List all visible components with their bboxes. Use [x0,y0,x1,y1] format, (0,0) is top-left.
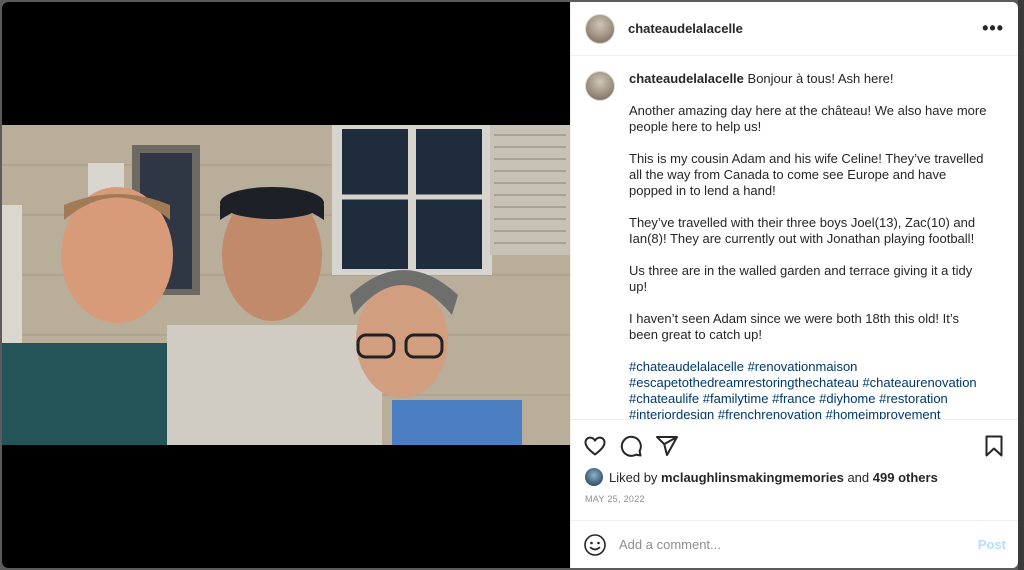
action-bar [571,419,1018,471]
caption-paragraph: Another amazing day here at the château!… [629,103,987,134]
photo-illustration [2,125,570,445]
hashtag-link[interactable]: #restoration [879,391,948,406]
hashtag-link[interactable]: #chateaudelalacelle [629,359,744,374]
comment-bar: Post [571,520,1018,568]
heart-icon[interactable] [583,434,607,458]
post-header: chateaudelalacelle ••• [571,2,1018,56]
comment-icon[interactable] [619,434,643,458]
likes-joiner: and [847,469,870,485]
post-side-panel: chateaudelalacelle ••• chateaudelalacell… [570,2,1018,568]
instagram-post-window: chateaudelalacelle ••• chateaudelalacell… [2,2,1018,568]
caption-paragraph: They’ve travelled with their three boys … [629,215,976,246]
caption-paragraph: This is my cousin Adam and his wife Celi… [629,151,984,198]
hashtag-link[interactable]: #interiordesign [629,407,714,419]
more-icon[interactable]: ••• [982,18,1004,39]
hashtag-link[interactable]: #frenchrenovation [718,407,822,419]
bookmark-icon[interactable] [982,434,1006,458]
hashtag-link[interactable]: #renovationmaison [748,359,858,374]
caption-area: chateaudelalacelle Bonjour à tous! Ash h… [571,57,1018,419]
post-photo[interactable] [2,125,570,445]
comment-input[interactable] [619,537,959,552]
header-username[interactable]: chateaudelalacelle [628,21,743,36]
caption-username[interactable]: chateaudelalacelle [629,71,744,86]
caption-paragraph: Us three are in the walled garden and te… [629,263,973,294]
caption-paragraph: I haven’t seen Adam since we were both 1… [629,311,960,342]
post-date: MAY 25, 2022 [585,494,645,504]
hashtag-link[interactable]: #diyhome [819,391,875,406]
avatar[interactable] [585,13,615,44]
hashtag-link[interactable]: #france [772,391,815,406]
hashtag-list: #chateaudelalacelle #renovationmaison #e… [629,359,991,419]
hashtag-link[interactable]: #chateaulife [629,391,699,406]
share-icon[interactable] [655,434,679,458]
post-button[interactable]: Post [978,537,1006,552]
caption: chateaudelalacelle Bonjour à tous! Ash h… [629,71,991,419]
media-area [2,2,570,568]
caption-avatar[interactable] [585,71,615,101]
hashtag-link[interactable]: #familytime [703,391,769,406]
emoji-icon[interactable] [583,533,607,557]
caption-first-line: chateaudelalacelle Bonjour à tous! Ash h… [629,71,991,87]
hashtag-link[interactable]: #homeimprovement [826,407,941,419]
hashtag-link[interactable]: #escapetothedreamrestoringthechateau [629,375,859,390]
desktop-background-edge [1018,0,1024,570]
liker-avatar[interactable] [585,468,603,486]
likes-count-link[interactable]: 499 others [873,470,938,485]
liker-username[interactable]: mclaughlinsmakingmemories [661,470,844,485]
caption-intro: Bonjour à tous! Ash here! [747,71,894,86]
likes-line: Liked by mclaughlinsmakingmemories and 4… [585,468,938,486]
likes-prefix: Liked by [609,469,658,485]
hashtag-link[interactable]: #chateaurenovation [862,375,976,390]
